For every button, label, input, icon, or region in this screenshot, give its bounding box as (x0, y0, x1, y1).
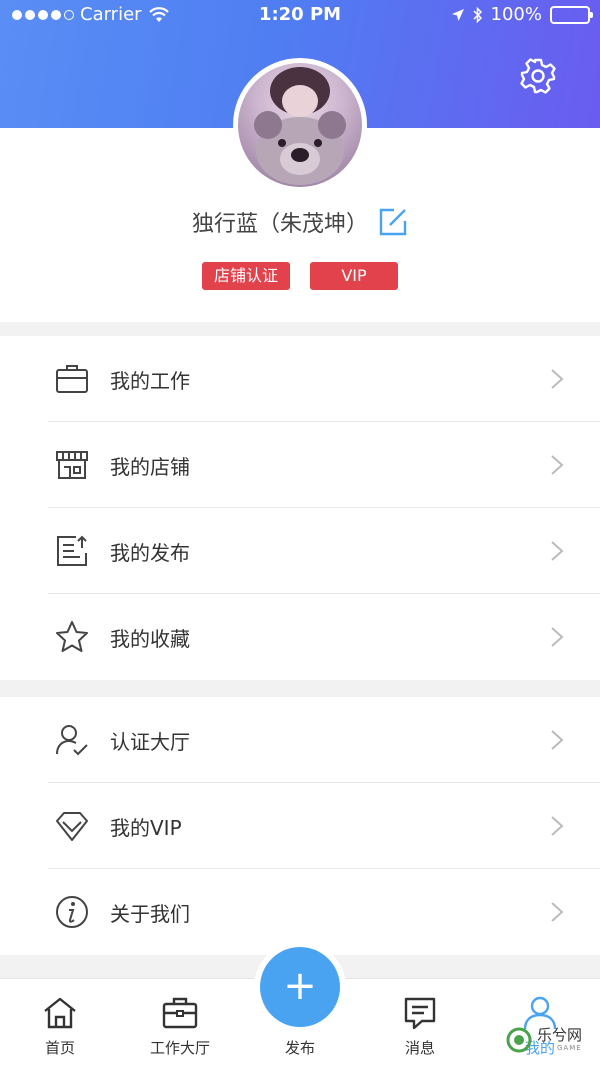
settings-button[interactable] (518, 56, 558, 96)
bluetooth-icon (473, 6, 482, 23)
menu-label: 我的发布 (110, 540, 190, 565)
user-verify-icon (56, 725, 88, 756)
gear-icon (520, 58, 556, 94)
battery-percent: 100% (490, 4, 542, 25)
tab-work-hall[interactable]: 工作大厅 (120, 979, 240, 1067)
menu-label: 我的店铺 (110, 454, 190, 479)
chevron-right-icon (551, 541, 564, 561)
tab-messages[interactable]: 消息 (360, 979, 480, 1067)
menu-item-verification-hall[interactable]: 认证大厅 (0, 697, 600, 783)
menu-label: 关于我们 (110, 901, 190, 926)
user-name: 独行蓝（朱茂坤） (191, 212, 368, 237)
vip-badge: VIP (310, 262, 398, 290)
chevron-right-icon (551, 730, 564, 750)
store-icon (56, 451, 88, 479)
edit-icon (379, 208, 407, 236)
menu-label: 我的工作 (110, 368, 190, 393)
edit-profile-button[interactable] (378, 207, 408, 237)
battery-icon (550, 5, 593, 24)
badges-row: 店铺认证 VIP (0, 262, 600, 290)
menu-label: 认证大厅 (110, 729, 190, 754)
menu-group-2: 认证大厅 我的VIP 关于我们 (0, 697, 600, 955)
user-name-row: 独行蓝（朱茂坤） (0, 206, 600, 238)
menu-label: 我的收藏 (110, 626, 190, 651)
tab-label: 工作大厅 (149, 1039, 210, 1057)
menu-label: 我的VIP (110, 815, 182, 840)
tab-label: 消息 (404, 1039, 435, 1057)
watermark-sub: GAME (557, 1044, 582, 1052)
status-bar: Carrier 1:20 PM 100% (0, 0, 600, 30)
tab-label: 首页 (44, 1039, 75, 1057)
chevron-right-icon (551, 369, 564, 389)
publish-list-icon (57, 535, 87, 566)
menu-group-1: 我的工作 我的店铺 我的发布 我的收藏 (0, 336, 600, 680)
chevron-right-icon (551, 816, 564, 836)
menu-item-my-vip[interactable]: 我的VIP (0, 783, 600, 869)
tab-label: 发布 (284, 1039, 315, 1057)
avatar-image (238, 63, 362, 187)
message-icon (404, 997, 436, 1030)
menu-item-my-work[interactable]: 我的工作 (0, 336, 600, 422)
location-arrow-icon (451, 8, 464, 21)
chevron-right-icon (551, 455, 564, 475)
watermark: 乐兮网 GAME (505, 1020, 600, 1067)
briefcase-icon (56, 365, 88, 393)
info-icon (56, 896, 88, 928)
tab-home[interactable]: 首页 (0, 979, 120, 1067)
diamond-icon (56, 812, 88, 841)
home-icon (44, 997, 76, 1029)
avatar[interactable] (233, 58, 367, 192)
star-icon (56, 621, 88, 652)
chevron-right-icon (551, 902, 564, 922)
publish-button[interactable]: + (254, 941, 346, 1033)
store-verified-badge: 店铺认证 (202, 262, 290, 290)
watermark-text: 乐兮网 (537, 1026, 583, 1044)
menu-item-my-favorites[interactable]: 我的收藏 (0, 594, 600, 680)
chevron-right-icon (551, 627, 564, 647)
briefcase-icon (162, 997, 198, 1029)
menu-item-my-publish[interactable]: 我的发布 (0, 508, 600, 594)
status-right: 100% (451, 4, 593, 25)
plus-icon: + (260, 947, 340, 1027)
menu-item-my-store[interactable]: 我的店铺 (0, 422, 600, 508)
